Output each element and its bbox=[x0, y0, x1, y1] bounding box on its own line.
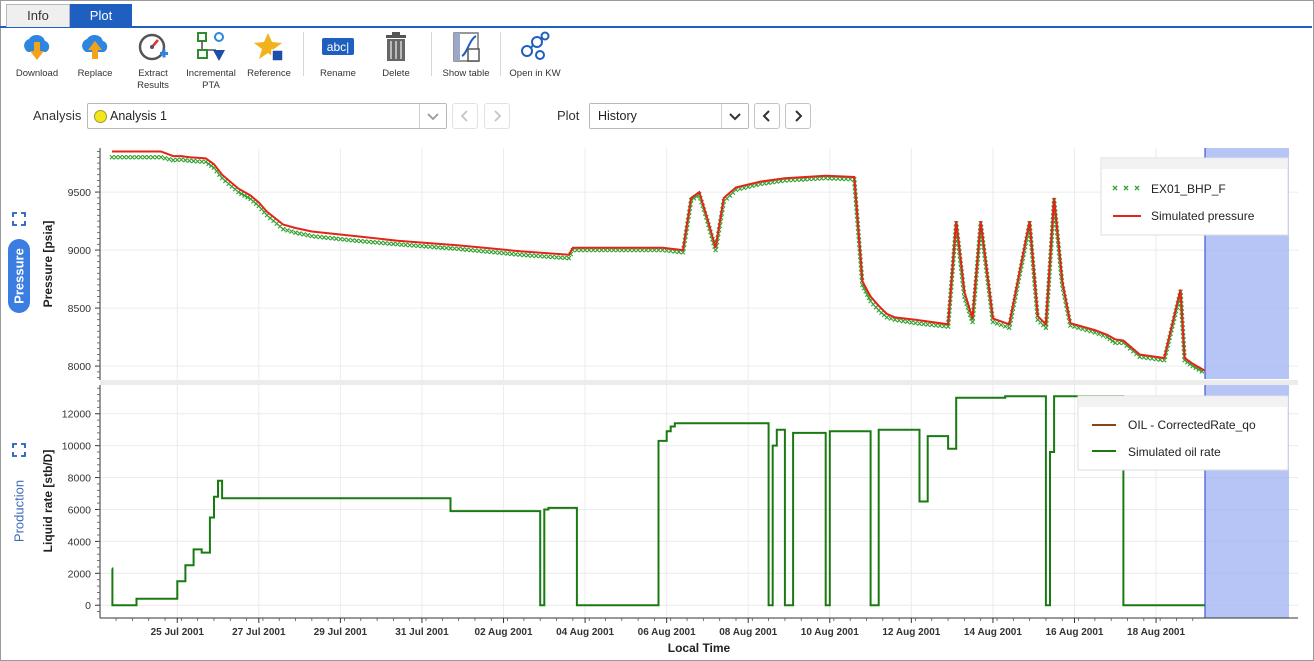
x-tick-label: 02 Aug 2001 bbox=[475, 627, 533, 638]
x-tick-label: 18 Aug 2001 bbox=[1127, 627, 1185, 638]
history-plot[interactable]: 8000 8500 9000 9500 Pressure [psia] EX01_BH… bbox=[0, 0, 1314, 661]
production-y-tick-label: 10000 bbox=[62, 441, 91, 453]
production-y-tick-label: 0 bbox=[85, 600, 91, 612]
legend-label-simulated-pressure: Simulated pressure bbox=[1151, 209, 1255, 223]
x-tick-label: 31 Jul 2001 bbox=[395, 627, 449, 638]
x-axis-label: Local Time bbox=[668, 641, 731, 655]
legend-drag-bar[interactable] bbox=[1079, 397, 1287, 407]
x-tick-label: 29 Jul 2001 bbox=[314, 627, 368, 638]
x-tick-label: 16 Aug 2001 bbox=[1045, 627, 1103, 638]
pressure-y-tick-label: 8000 bbox=[68, 361, 92, 373]
production-y-tick-label: 8000 bbox=[68, 473, 92, 485]
x-tick-label: 10 Aug 2001 bbox=[801, 627, 859, 638]
x-tick-label: 12 Aug 2001 bbox=[882, 627, 940, 638]
legend-label-measured: EX01_BHP_F bbox=[1151, 182, 1226, 196]
x-tick-label: 27 Jul 2001 bbox=[232, 627, 286, 638]
pressure-y-ticks: 8000 8500 9000 9500 bbox=[68, 151, 100, 379]
production-y-tick-label: 12000 bbox=[62, 409, 91, 421]
x-tick-label: 06 Aug 2001 bbox=[638, 627, 696, 638]
x-tick-label: 08 Aug 2001 bbox=[719, 627, 777, 638]
pressure-legend: EX01_BHP_F Simulated pressure bbox=[1100, 157, 1289, 236]
pressure-y-axis-label: Pressure [psia] bbox=[41, 221, 55, 308]
production-legend: OIL - CorrectedRate_qo Simulated oil rat… bbox=[1077, 395, 1289, 471]
production-y-tick-label: 6000 bbox=[68, 504, 92, 516]
pressure-y-tick-label: 9500 bbox=[68, 187, 92, 199]
time-x-ticks: 25 Jul 2001 27 Jul 2001 29 Jul 2001 31 Jul … bbox=[115, 618, 1194, 638]
legend-label-simulated-oil: Simulated oil rate bbox=[1128, 445, 1221, 459]
x-tick-label: 14 Aug 2001 bbox=[964, 627, 1022, 638]
legend-drag-bar[interactable] bbox=[1102, 159, 1287, 169]
production-y-tick-label: 2000 bbox=[68, 568, 92, 580]
production-y-axis-label: Liquid rate [stb/D] bbox=[41, 450, 55, 553]
pressure-y-tick-label: 8500 bbox=[68, 303, 92, 315]
pressure-y-tick-label: 9000 bbox=[68, 245, 92, 257]
production-y-tick-label: 4000 bbox=[68, 536, 92, 548]
production-y-ticks: 0 2000 4000 6000 8000 10000 12000 bbox=[62, 387, 100, 612]
x-tick-label: 25 Jul 2001 bbox=[151, 627, 205, 638]
panel-splitter[interactable] bbox=[100, 380, 1298, 385]
legend-label-oil-rate: OIL - CorrectedRate_qo bbox=[1128, 418, 1256, 432]
x-tick-label: 04 Aug 2001 bbox=[556, 627, 614, 638]
pressure-legend-box bbox=[1100, 157, 1289, 236]
